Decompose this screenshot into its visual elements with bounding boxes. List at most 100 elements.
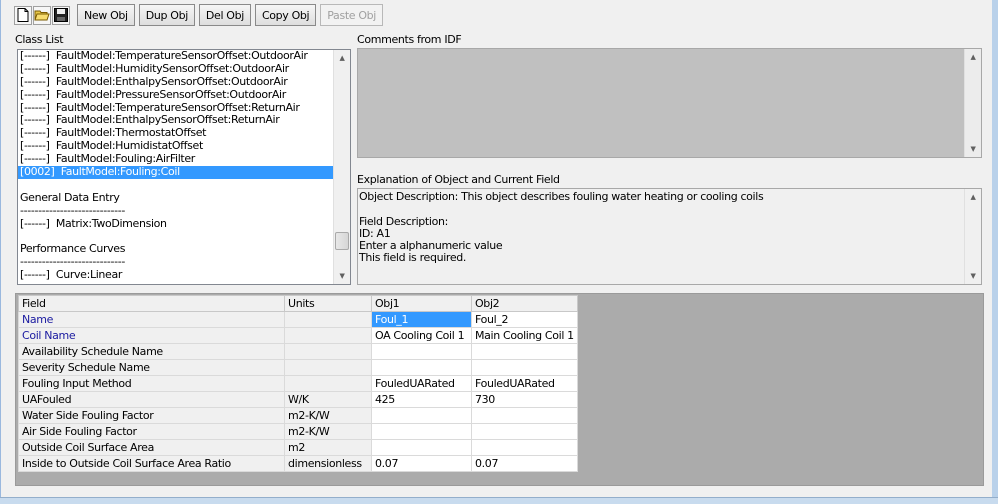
- obj1-value-cell[interactable]: [371, 423, 472, 440]
- scroll-down-arrow-icon[interactable]: ▼: [334, 268, 350, 284]
- class-list-item[interactable]: Performance Curves: [18, 243, 333, 256]
- obj1-value-cell[interactable]: Foul_1: [371, 311, 472, 328]
- field-name-cell: Coil Name: [18, 327, 285, 344]
- class-list[interactable]: [------] FaultModel:TemperatureSensorOff…: [17, 49, 351, 285]
- units-cell: m2: [284, 439, 372, 456]
- grid-row: Fouling Input Method FouledUARated FouledU…: [18, 375, 578, 392]
- field-name-cell: Availability Schedule Name: [18, 343, 285, 360]
- class-list-item[interactable]: [------] FaultModel:Fouling:AirFilter: [18, 153, 333, 166]
- class-list-item[interactable]: [18, 230, 333, 243]
- units-cell: [284, 343, 372, 360]
- paste-obj-button: Paste Obj: [320, 4, 384, 26]
- class-list-item[interactable]: [0002] FaultModel:Fouling:Coil: [18, 166, 333, 179]
- explanation-line: This field is required.: [359, 251, 467, 265]
- obj1-value-cell[interactable]: [371, 439, 472, 456]
- class-list-item[interactable]: [18, 179, 333, 192]
- class-list-item[interactable]: [------] FaultModel:ThermostatOffset: [18, 127, 333, 140]
- units-cell: [284, 327, 372, 344]
- obj1-value-cell[interactable]: [371, 343, 472, 360]
- obj2-value-cell[interactable]: Foul_2: [471, 311, 578, 328]
- class-list-item[interactable]: General Data Entry: [18, 192, 333, 205]
- obj2-value-cell[interactable]: [471, 359, 578, 376]
- obj1-value-cell[interactable]: [371, 407, 472, 424]
- class-list-scrollbar[interactable]: ▲ ▼: [333, 50, 350, 284]
- grid-row: Availability Schedule Name: [18, 343, 578, 360]
- obj1-value-cell[interactable]: FouledUARated: [371, 375, 472, 392]
- grid-row: Coil Name OA Cooling Coil 1 Main Cooling C…: [18, 327, 578, 344]
- save-disk-icon[interactable]: [52, 5, 70, 25]
- obj2-value-cell[interactable]: [471, 439, 578, 456]
- units-cell: m2-K/W: [284, 407, 372, 424]
- toolbar: New Obj Dup Obj Del Obj Copy Obj Paste O…: [14, 4, 384, 26]
- units-cell: W/K: [284, 391, 372, 408]
- explanation-label: Explanation of Object and Current Field: [357, 173, 560, 186]
- scroll-down-arrow-icon[interactable]: ▼: [965, 141, 981, 157]
- field-name-cell: Fouling Input Method: [18, 375, 285, 392]
- new-file-icon[interactable]: [14, 5, 32, 25]
- del-obj-button[interactable]: Del Obj: [198, 4, 251, 26]
- grid-row: Air Side Fouling Factor m2-K/W: [18, 423, 578, 440]
- class-list-item[interactable]: [------] FaultModel:TemperatureSensorOff…: [18, 102, 333, 115]
- obj1-value-cell[interactable]: 425: [371, 391, 472, 408]
- units-cell: [284, 359, 372, 376]
- obj2-value-cell[interactable]: Main Cooling Coil 1: [471, 327, 578, 344]
- class-list-item[interactable]: [------] FaultModel:EnthalpySensorOffset…: [18, 114, 333, 127]
- class-list-item[interactable]: [------] Matrix:TwoDimension: [18, 218, 333, 231]
- obj2-value-cell[interactable]: [471, 407, 578, 424]
- grid-row: Severity Schedule Name: [18, 359, 578, 376]
- field-name-cell: Name: [18, 311, 285, 328]
- units-cell: dimensionless: [284, 455, 372, 472]
- obj1-value-cell[interactable]: OA Cooling Coil 1: [371, 327, 472, 344]
- grid-row: Outside Coil Surface Area m2: [18, 439, 578, 456]
- class-list-rows: [------] FaultModel:TemperatureSensorOff…: [18, 50, 333, 282]
- obj1-column-header[interactable]: Obj1: [371, 295, 472, 312]
- field-name-cell: Water Side Fouling Factor: [18, 407, 285, 424]
- explanation-line: [359, 203, 963, 215]
- obj2-value-cell[interactable]: 730: [471, 391, 578, 408]
- comments-textbox[interactable]: ▲ ▼: [357, 48, 982, 158]
- grid-row: Water Side Fouling Factor m2-K/W: [18, 407, 578, 424]
- obj2-value-cell[interactable]: [471, 343, 578, 360]
- class-list-item[interactable]: -----------------------------: [18, 205, 333, 218]
- scroll-down-arrow-icon[interactable]: ▼: [965, 268, 981, 284]
- comments-scrollbar[interactable]: ▲ ▼: [964, 49, 981, 157]
- grid-header-row: Field Units Obj1 Obj2: [18, 295, 578, 312]
- obj2-value-cell[interactable]: [471, 423, 578, 440]
- class-list-item[interactable]: [------] FaultModel:HumidistatOffset: [18, 140, 333, 153]
- window-bottom-border: [0, 497, 998, 504]
- obj2-value-cell[interactable]: FouledUARated: [471, 375, 578, 392]
- scroll-up-arrow-icon[interactable]: ▲: [334, 50, 350, 66]
- scroll-thumb[interactable]: [335, 232, 349, 250]
- units-cell: [284, 375, 372, 392]
- grid-row: Name Foul_1 Foul_2: [18, 311, 578, 328]
- field-column-header: Field: [18, 295, 285, 312]
- field-name-cell: Inside to Outside Coil Surface Area Rati…: [18, 455, 285, 472]
- explanation-scrollbar[interactable]: ▲ ▼: [964, 189, 981, 284]
- grid-row: Inside to Outside Coil Surface Area Rati…: [18, 455, 578, 472]
- units-column-header: Units: [284, 295, 372, 312]
- units-cell: m2-K/W: [284, 423, 372, 440]
- obj2-column-header[interactable]: Obj2: [471, 295, 578, 312]
- copy-obj-button[interactable]: Copy Obj: [254, 4, 317, 26]
- explanation-textbox[interactable]: Object Description: This object describe…: [357, 188, 982, 285]
- new-obj-button[interactable]: New Obj: [77, 4, 135, 26]
- class-list-item[interactable]: [------] Curve:Linear: [18, 269, 333, 282]
- field-name-cell: UAFouled: [18, 391, 285, 408]
- class-list-item[interactable]: [------] FaultModel:HumiditySensorOffset…: [18, 63, 333, 76]
- class-list-item[interactable]: -----------------------------: [18, 256, 333, 269]
- explanation-line: Field Description:: [359, 214, 448, 228]
- obj1-value-cell[interactable]: 0.07: [371, 455, 472, 472]
- dup-obj-button[interactable]: Dup Obj: [138, 4, 195, 26]
- scroll-up-arrow-icon[interactable]: ▲: [965, 49, 981, 65]
- scroll-up-arrow-icon[interactable]: ▲: [965, 189, 981, 205]
- class-list-item[interactable]: [------] FaultModel:EnthalpySensorOffset…: [18, 76, 333, 89]
- open-folder-icon[interactable]: [33, 5, 51, 25]
- obj1-value-cell[interactable]: [371, 359, 472, 376]
- object-grid: Field Units Obj1 Obj2 Name Foul_1 Foul_2 Co…: [18, 295, 578, 472]
- object-grid-area: Field Units Obj1 Obj2 Name Foul_1 Foul_2 Co…: [15, 293, 984, 486]
- class-list-item[interactable]: [------] FaultModel:PressureSensorOffset…: [18, 89, 333, 102]
- class-list-item[interactable]: [------] FaultModel:TemperatureSensorOff…: [18, 50, 333, 63]
- explanation-line: Object Description: This object describe…: [359, 190, 764, 203]
- comments-label: Comments from IDF: [357, 33, 462, 46]
- obj2-value-cell[interactable]: 0.07: [471, 455, 578, 472]
